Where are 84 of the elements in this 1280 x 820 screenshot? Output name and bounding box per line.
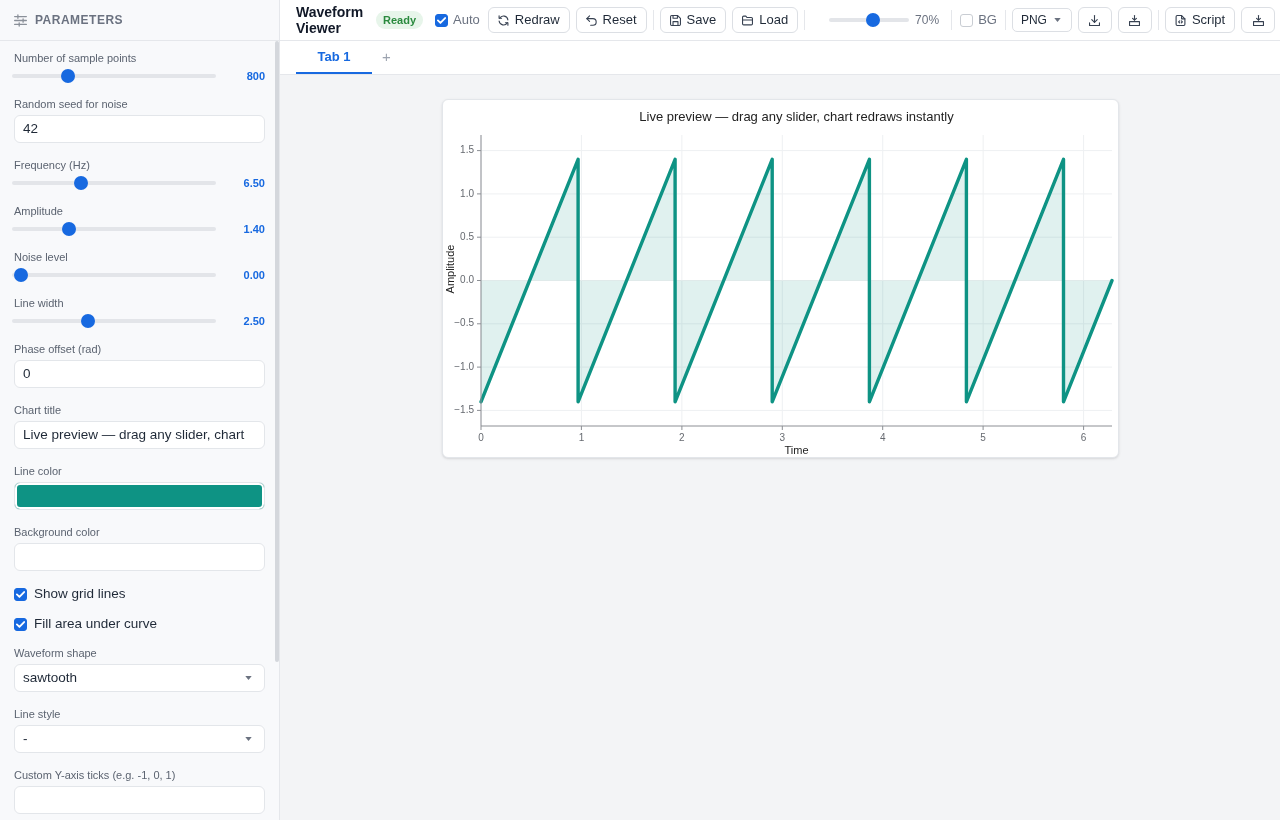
sidebar-title: PARAMETERS	[35, 12, 124, 29]
field-label: Background color	[14, 525, 100, 539]
tray-arrow-button[interactable]	[1117, 7, 1152, 33]
tick-label: 0	[477, 431, 484, 443]
redraw-button[interactable]: Redraw	[487, 7, 570, 33]
sliders-icon	[14, 13, 27, 27]
slider-value: 0.00	[243, 267, 265, 283]
chart-title: Live preview — drag any slider, chart redraws instantly	[638, 109, 954, 125]
select-field[interactable]: -	[14, 725, 265, 753]
tick-label: −1.5	[453, 404, 474, 416]
reset-button[interactable]: Reset	[575, 7, 647, 33]
tick-label: 1.0	[459, 187, 474, 199]
save-button[interactable]: Save	[659, 7, 727, 33]
checkbox-label[interactable]: Auto	[453, 10, 480, 30]
field-label: Noise level	[14, 250, 68, 264]
color-field[interactable]	[14, 482, 265, 510]
refresh-icon	[497, 14, 509, 26]
tick-label: 2	[678, 431, 685, 443]
caret-icon	[245, 737, 252, 741]
field-label: Frequency (Hz)	[14, 158, 90, 172]
checkbox[interactable]	[435, 13, 449, 27]
axis-label: Amplitude	[443, 244, 456, 294]
tick-label: 5	[979, 431, 986, 443]
tick-label: 0.5	[459, 230, 474, 242]
checkmark-icon	[437, 16, 447, 24]
folder-icon	[742, 14, 754, 26]
axis-label: Time	[784, 443, 808, 456]
code-file-icon	[1174, 14, 1186, 26]
slider-thumb[interactable]	[80, 314, 95, 328]
tick-label: 1	[578, 431, 584, 443]
zoom-value: 70%	[915, 12, 940, 29]
input-field[interactable]	[14, 786, 265, 814]
field-label: Amplitude	[14, 204, 63, 218]
slider-thumb[interactable]	[60, 69, 75, 83]
input-field[interactable]: 0	[14, 360, 265, 388]
tick-label: −0.5	[453, 317, 474, 329]
status-badge: Ready	[376, 11, 424, 29]
undo-icon	[585, 14, 597, 26]
tick-label: 4	[879, 431, 885, 443]
format-select[interactable]: PNG	[1011, 8, 1072, 32]
checkbox[interactable]	[14, 587, 27, 601]
field-label: Line style	[14, 707, 61, 721]
tray-arrow-icon	[1129, 14, 1141, 26]
slider-thumb[interactable]	[73, 176, 88, 190]
input-field[interactable]: 42	[14, 115, 265, 143]
field-label: Number of sample points	[14, 51, 137, 65]
load-button[interactable]: Load	[732, 7, 799, 33]
field-label: Random seed for noise	[14, 97, 128, 111]
slider-thumb[interactable]	[14, 268, 28, 282]
checkbox-label[interactable]: Fill area under curve	[34, 613, 158, 635]
tick-label: 3	[779, 431, 785, 443]
tick-label: 0.0	[459, 274, 474, 286]
app-title: Waveform Viewer	[296, 4, 365, 36]
tray-arrow-icon	[1252, 14, 1264, 26]
slider-value: 6.50	[243, 175, 265, 191]
field-label: Waveform shape	[14, 646, 97, 660]
slider-value: 1.40	[243, 221, 265, 237]
download-icon	[1089, 14, 1101, 26]
slider-value: 2.50	[243, 313, 265, 329]
tray-arrow-button[interactable]	[1241, 7, 1276, 33]
field-label: Phase offset (rad)	[14, 342, 102, 356]
slider-value: 800	[246, 68, 265, 84]
slider-thumb[interactable]	[62, 222, 77, 236]
checkmark-icon	[16, 620, 25, 628]
field-label: Custom Y-axis ticks (e.g. -1, 0, 1)	[14, 768, 176, 782]
color-field[interactable]	[14, 543, 265, 571]
caret-icon	[245, 676, 252, 680]
field-label: Line color	[14, 464, 62, 478]
checkbox-label[interactable]: BG	[978, 10, 997, 30]
tick-label: −1.0	[453, 360, 474, 372]
download-button[interactable]	[1077, 7, 1112, 33]
select-field[interactable]: sawtooth	[14, 664, 265, 692]
input-field[interactable]: Live preview — drag any slider, chart	[14, 421, 265, 449]
zoom-slider-thumb[interactable]	[865, 13, 880, 27]
script-button[interactable]: Script	[1164, 7, 1236, 33]
checkbox-label[interactable]: Show grid lines	[34, 583, 126, 605]
checkmark-icon	[16, 590, 25, 598]
tick-label: 1.5	[459, 144, 474, 156]
checkbox[interactable]	[14, 617, 27, 631]
caret-icon	[1053, 18, 1061, 22]
tick-label: 6	[1080, 431, 1086, 443]
field-label: Line width	[14, 296, 64, 310]
field-label: Chart title	[14, 403, 62, 417]
tab[interactable]: Tab 1	[296, 41, 372, 74]
